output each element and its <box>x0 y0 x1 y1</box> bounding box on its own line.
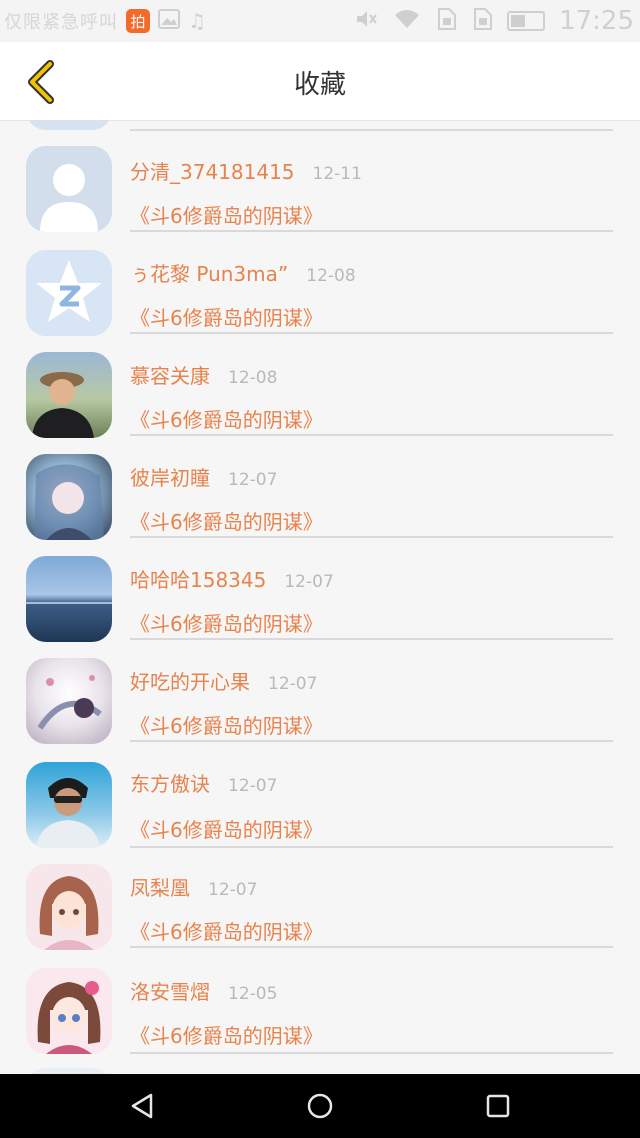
favorites-list[interactable]: 分清_374181415 12-11 《斗6修爵岛的阴谋》 ぅ花黎 Pun3ma… <box>0 120 640 1074</box>
page-title: 收藏 <box>293 70 346 100</box>
name-line: 好吃的开心果 12-07 <box>130 666 317 695</box>
date: 12-07 <box>284 572 334 592</box>
anime-character-icon <box>34 464 104 540</box>
sim-icon <box>435 7 457 35</box>
partial-avatar <box>26 120 112 130</box>
nav-recents-button[interactable] <box>478 1088 518 1124</box>
date: 12-08 <box>306 266 356 286</box>
work-title[interactable]: 《斗6修爵岛的阴谋》 <box>130 710 323 739</box>
date: 12-11 <box>312 164 362 184</box>
name-line: 彼岸初瞳 12-07 <box>130 462 277 491</box>
user-name[interactable]: 哈哈哈158345 <box>130 564 266 593</box>
avatar[interactable] <box>26 352 112 438</box>
list-item[interactable]: 好吃的开心果 12-07 《斗6修爵岛的阴谋》 <box>0 640 640 744</box>
name-line: 东方傲诀 12-07 <box>130 768 277 797</box>
user-name[interactable]: ぅ花黎 Pun3ma” <box>130 258 288 287</box>
nav-home-button[interactable] <box>300 1088 340 1124</box>
app-icon: 拍 <box>126 9 150 33</box>
row-divider <box>130 1052 613 1054</box>
user-name[interactable]: 分清_374181415 <box>130 156 295 185</box>
user-name[interactable]: 东方傲诀 <box>130 768 210 797</box>
battery-icon <box>507 11 546 31</box>
avatar[interactable] <box>26 864 112 950</box>
image-icon <box>158 8 180 34</box>
work-title[interactable]: 《斗6修爵岛的阴谋》 <box>130 608 323 637</box>
system-nav-bar <box>0 1074 640 1138</box>
recents-square-icon <box>486 1094 510 1118</box>
date: 12-05 <box>228 984 278 1004</box>
avatar[interactable] <box>26 968 112 1054</box>
avatar[interactable] <box>26 250 112 336</box>
list-item[interactable]: 凤梨凰 12-07 《斗6修爵岛的阴谋》 <box>0 846 640 950</box>
wifi-icon <box>393 8 421 34</box>
home-circle-icon <box>307 1093 333 1119</box>
anime-character-icon <box>37 675 102 730</box>
avatar[interactable] <box>26 762 112 848</box>
list-item[interactable]: 分清_374181415 12-11 《斗6修爵岛的阴谋》 <box>0 130 640 232</box>
default-person-avatar-icon <box>26 146 112 232</box>
name-line: 慕容关康 12-08 <box>130 360 277 389</box>
user-name[interactable]: 好吃的开心果 <box>130 666 250 695</box>
anime-girl-icon <box>37 981 101 1054</box>
user-name[interactable]: 彼岸初瞳 <box>130 462 210 491</box>
nav-back-button[interactable] <box>122 1088 162 1124</box>
name-line: ぅ花黎 Pun3ma” 12-08 <box>130 258 356 287</box>
name-line: 凤梨凰 12-07 <box>130 872 257 901</box>
music-icon: ♫ <box>188 9 206 33</box>
status-right: 17:25 <box>355 6 634 36</box>
work-title[interactable]: 《斗6修爵岛的阴谋》 <box>130 200 323 229</box>
list-item[interactable]: 洛安雪熠 12-05 《斗6修爵岛的阴谋》 <box>0 948 640 1054</box>
work-title[interactable]: 《斗6修爵岛的阴谋》 <box>130 302 323 331</box>
user-name[interactable]: 慕容关康 <box>130 360 210 389</box>
work-title[interactable]: 《斗6修爵岛的阴谋》 <box>130 1020 323 1049</box>
status-left: 仅限紧急呼叫 拍 ♫ <box>4 8 206 34</box>
work-title[interactable]: 《斗6修爵岛的阴谋》 <box>130 916 323 945</box>
mute-icon <box>355 8 379 34</box>
user-name[interactable]: 凤梨凰 <box>130 872 190 901</box>
sea-photo-icon <box>26 602 112 604</box>
avatar[interactable] <box>26 556 112 642</box>
date: 12-07 <box>228 470 278 490</box>
work-title[interactable]: 《斗6修爵岛的阴谋》 <box>130 814 323 843</box>
anime-girl-icon <box>39 876 99 950</box>
date: 12-07 <box>268 674 318 694</box>
avatar[interactable] <box>26 658 112 744</box>
clock: 17:25 <box>559 6 634 36</box>
header-bar: 收藏 <box>0 42 640 121</box>
person-photo-icon <box>36 778 100 848</box>
work-title[interactable]: 《斗6修爵岛的阴谋》 <box>130 404 323 433</box>
user-name[interactable]: 洛安雪熠 <box>130 976 210 1005</box>
sim2-icon <box>471 7 493 35</box>
list-item[interactable]: 哈哈哈158345 12-07 《斗6修爵岛的阴谋》 <box>0 538 640 642</box>
avatar[interactable] <box>26 146 112 232</box>
list-item[interactable]: ぅ花黎 Pun3ma” 12-08 《斗6修爵岛的阴谋》 <box>0 232 640 336</box>
avatar[interactable] <box>26 454 112 540</box>
date: 12-08 <box>228 368 278 388</box>
qq-star-icon <box>26 250 112 336</box>
list-item[interactable]: 慕容关康 12-08 《斗6修爵岛的阴谋》 <box>0 334 640 438</box>
back-triangle-icon <box>131 1093 153 1119</box>
list-item[interactable]: 彼岸初瞳 12-07 《斗6修爵岛的阴谋》 <box>0 436 640 540</box>
date: 12-07 <box>208 880 258 900</box>
name-line: 分清_374181415 12-11 <box>130 156 362 185</box>
name-line: 哈哈哈158345 12-07 <box>130 564 334 593</box>
name-line: 洛安雪熠 12-05 <box>130 976 277 1005</box>
work-title[interactable]: 《斗6修爵岛的阴谋》 <box>130 506 323 535</box>
date: 12-07 <box>228 776 278 796</box>
status-bar: 仅限紧急呼叫 拍 ♫ 17:25 <box>0 0 640 42</box>
list-item[interactable]: 东方傲诀 12-07 《斗6修爵岛的阴谋》 <box>0 742 640 848</box>
person-photo-icon <box>32 372 94 438</box>
carrier-label: 仅限紧急呼叫 <box>4 12 118 33</box>
